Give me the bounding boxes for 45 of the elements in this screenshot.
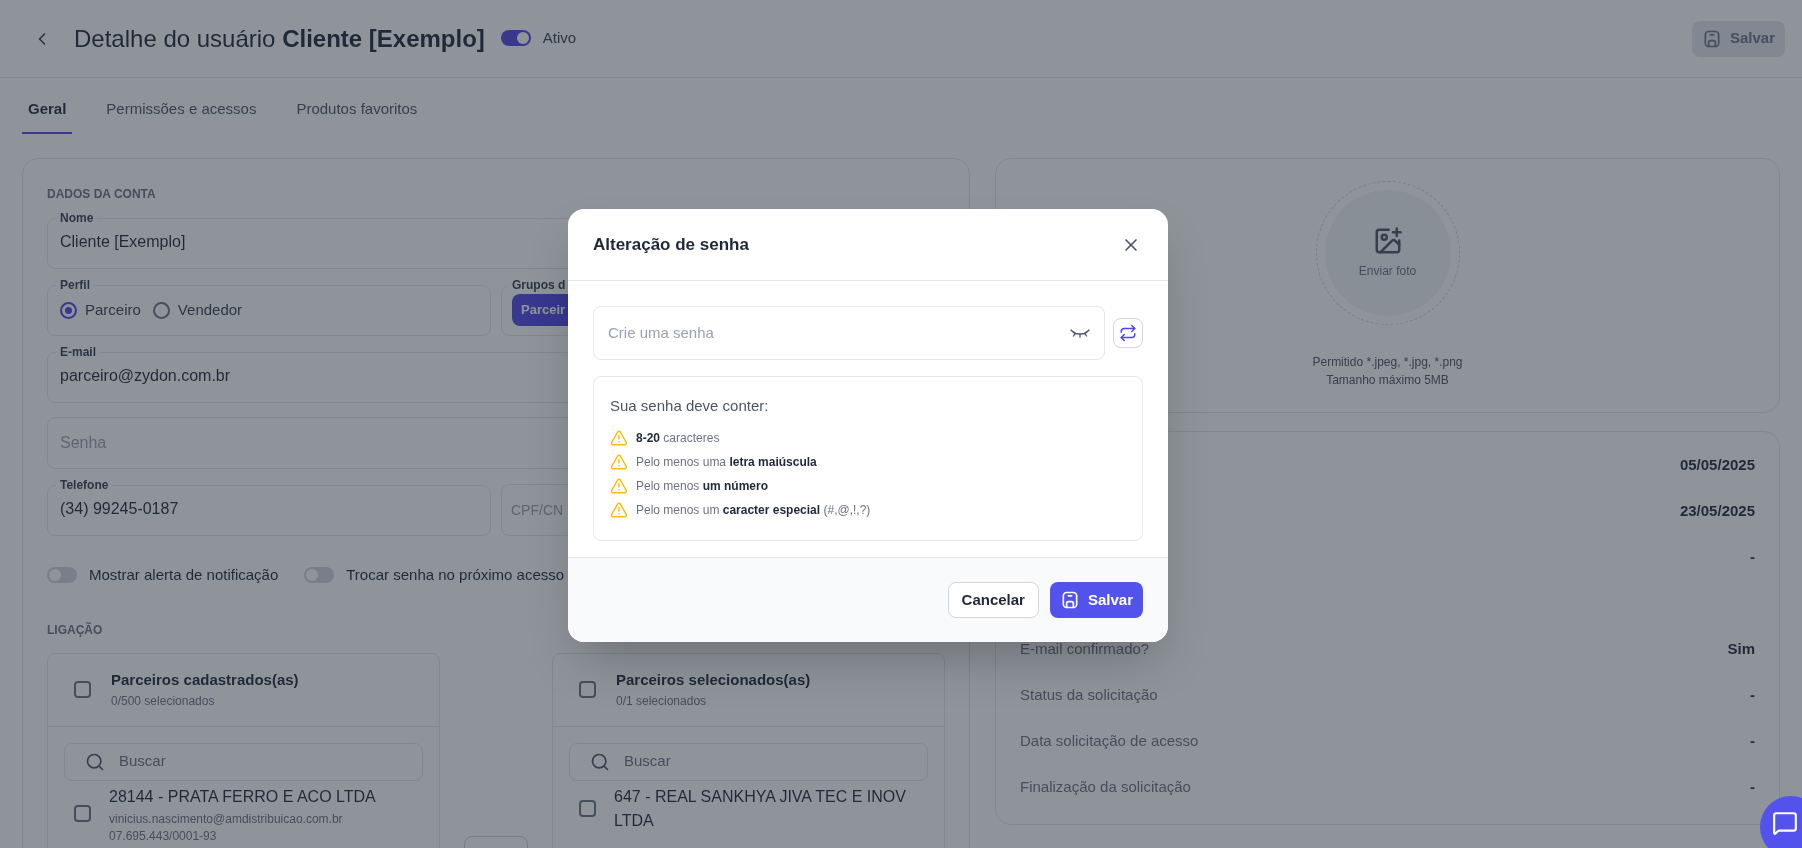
radio-label: Parceiro: [85, 299, 141, 320]
partner-document: 07.695.443/0001-93: [109, 828, 218, 843]
info-value: -: [1750, 730, 1755, 751]
list-title: Parceiros selecionados(as): [616, 670, 811, 691]
search-placeholder: Buscar: [624, 751, 671, 772]
radio-label: Vendedor: [177, 299, 243, 320]
field-value: parceiro@zydon.com.br: [60, 367, 231, 384]
field-label: Telefone: [59, 477, 110, 494]
list-count: 0/500 selecionados: [111, 692, 216, 710]
requirement-text: Pelo menos uma letra maiúscula: [636, 453, 817, 471]
section-heading: LIGAÇÃO: [47, 621, 104, 639]
switch-label: Mostrar alerta de notificação: [89, 565, 279, 585]
info-value: -: [1750, 776, 1755, 797]
info-value: Sim: [1727, 638, 1755, 659]
info-label: E-mail confirmado?: [1020, 638, 1150, 659]
requirement-text: Pelo menos um caracter especial (#,@,!,?): [636, 501, 871, 519]
list-count: 0/1 selecionados: [616, 692, 708, 710]
page-title: Detalhe do usuário Cliente [Exemplo]: [74, 23, 485, 54]
allowed-formats: Permitido *.jpeg, *.jpg, *.png: [1312, 354, 1463, 371]
partner-name: 28144 - PRATA FERRO E ACO LTDA: [109, 786, 376, 807]
info-label: Finalização da solicitação: [1020, 776, 1191, 797]
input-placeholder: Crie uma senha: [608, 322, 715, 343]
switch-label: Trocar senha no próximo acesso: [346, 565, 565, 585]
field-value: (34) 99245-0187: [60, 500, 179, 517]
field-value: Cliente [Exemplo]: [60, 233, 186, 250]
partner-email: vinicius.nascimento@amdistribuicao.com.br: [109, 810, 344, 828]
partner-name: 647 - REAL SANKHYA JIVA TEC E INOV LTDA: [614, 786, 907, 831]
requirement-text: 8-20 caracteres: [636, 429, 720, 447]
field-label: Perfil: [59, 277, 91, 294]
info-value: 05/05/2025: [1679, 454, 1755, 475]
info-value: 23/05/2025: [1679, 500, 1755, 521]
info-label: Data solicitação de acesso: [1020, 730, 1199, 751]
info-value: -: [1750, 546, 1755, 567]
info-label: Status da solicitação: [1020, 684, 1158, 705]
section-heading: DADOS DA CONTA: [47, 186, 157, 203]
field-label: Grupos d: [511, 277, 567, 294]
search-placeholder: Buscar: [119, 751, 166, 772]
toggle-label: Ativo: [542, 28, 577, 49]
field-label: Nome: [59, 210, 95, 227]
dialog-title: Alteração de senha: [593, 233, 749, 256]
list-title: Parceiros cadastrados(as): [111, 670, 299, 691]
info-value: -: [1750, 684, 1755, 705]
field-label: E-mail: [59, 344, 97, 361]
max-size: Tamanho máximo 5MB: [1326, 372, 1449, 389]
requirement-text: Pelo menos um número: [636, 477, 769, 495]
